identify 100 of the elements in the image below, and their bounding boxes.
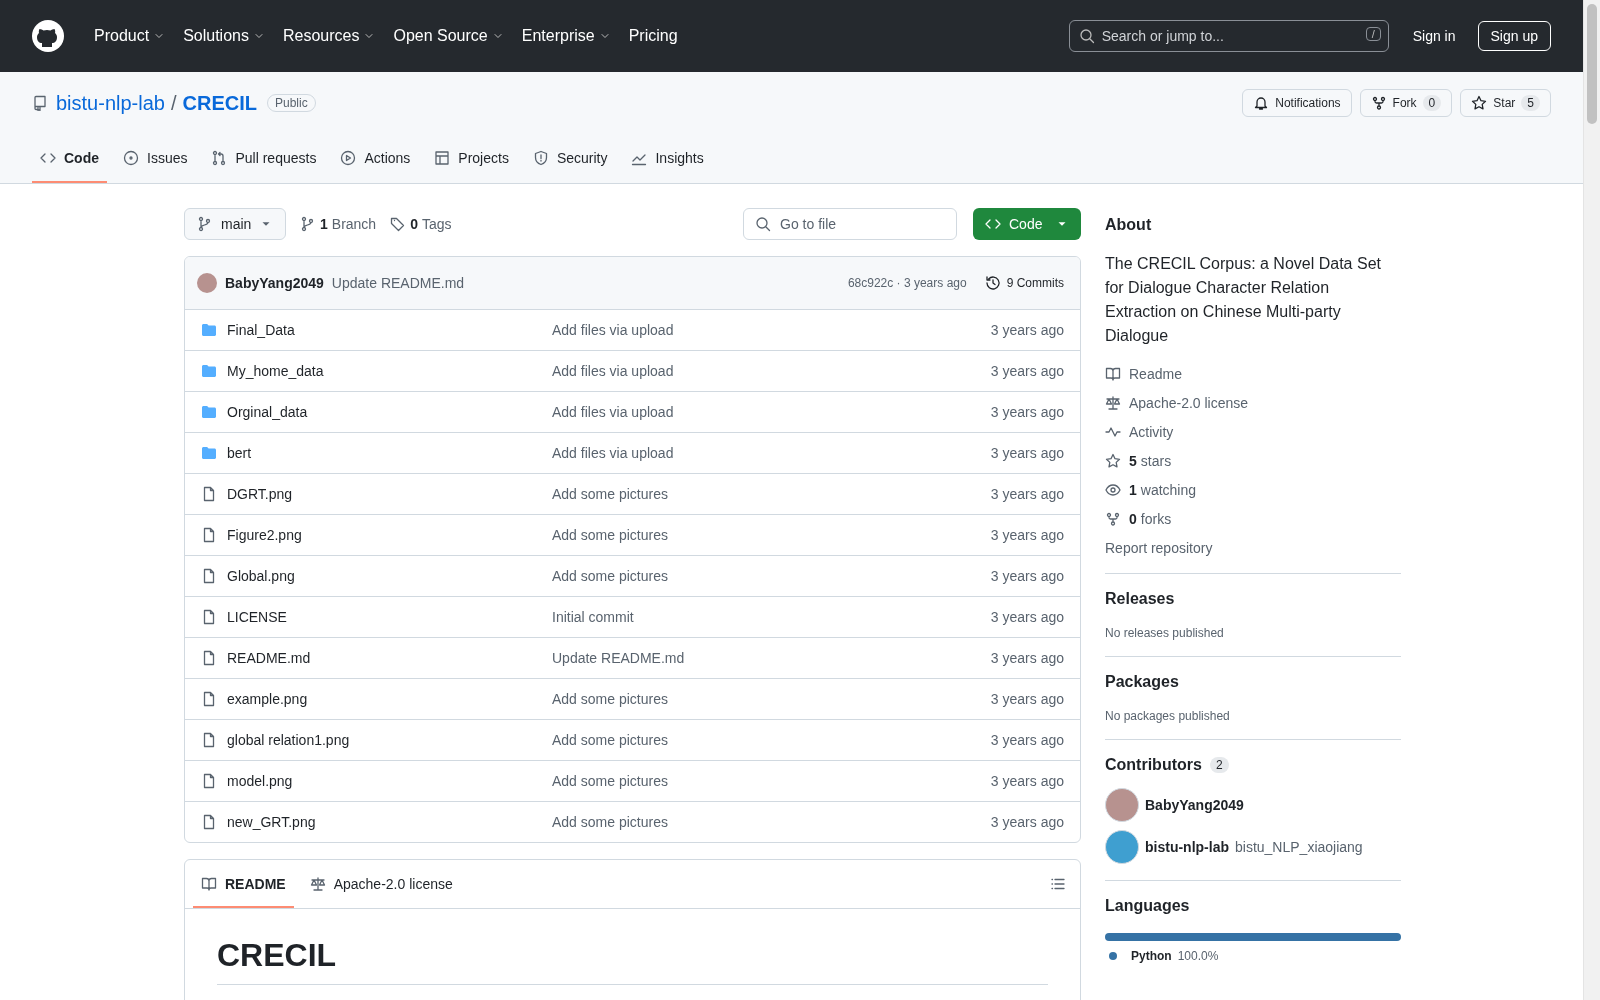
nav-menu-item[interactable]: Enterprise <box>513 21 619 51</box>
commit-time: 3 years ago <box>990 363 1064 379</box>
repo-tab[interactable]: Pull requests <box>203 146 325 183</box>
file-name-link[interactable]: Final_Data <box>227 322 552 338</box>
readme-heading: CRECIL <box>217 937 1048 985</box>
commit-message[interactable]: Add files via upload <box>552 445 991 461</box>
book-icon <box>201 875 217 892</box>
list-icon <box>1050 876 1066 892</box>
about-link[interactable]: 5 stars <box>1105 451 1401 470</box>
about-link[interactable]: 0 forks <box>1105 509 1401 528</box>
file-name-link[interactable]: LICENSE <box>227 609 552 625</box>
owner-link[interactable]: bistu-nlp-lab <box>56 91 165 115</box>
nav-menu-item[interactable]: Solutions <box>175 21 273 51</box>
star-button[interactable]: Star 5 <box>1460 89 1551 117</box>
nav-menu-item[interactable]: Open Source <box>385 21 512 51</box>
folder-icon <box>201 322 217 338</box>
code-button[interactable]: Code <box>973 208 1081 240</box>
file-name-link[interactable]: README.md <box>227 650 552 666</box>
sign-in-link[interactable]: Sign in <box>1412 28 1456 44</box>
file-name-link[interactable]: DGRT.png <box>227 486 552 502</box>
branch-select[interactable]: main <box>184 208 286 240</box>
file-name-link[interactable]: Orginal_data <box>227 404 552 420</box>
play-icon <box>340 149 357 166</box>
repo-tab[interactable]: Actions <box>332 146 419 183</box>
commit-message[interactable]: Add some pictures <box>552 527 991 543</box>
nav-menu-item[interactable]: Resources <box>274 21 384 51</box>
file-icon <box>201 773 217 789</box>
commits-link[interactable]: 9 Commits <box>984 275 1064 291</box>
file-name-link[interactable]: model.png <box>227 773 552 789</box>
author-link[interactable]: BabyYang2049 <box>225 275 324 291</box>
nav-menu-item[interactable]: Product <box>86 21 174 51</box>
languages-heading: Languages <box>1105 897 1191 915</box>
contributor-handle: bistu_NLP_xiaojiang <box>1235 839 1363 855</box>
sign-up-button[interactable]: Sign up <box>1477 21 1551 51</box>
repo-tab[interactable]: Insights <box>623 146 712 183</box>
about-link[interactable]: Readme <box>1105 364 1401 383</box>
commit-message[interactable]: Initial commit <box>552 609 991 625</box>
commit-time: 3 years ago <box>990 609 1064 625</box>
scrollbar-drawing[interactable] <box>1583 0 1600 1000</box>
commit-message[interactable]: Add some pictures <box>552 486 991 502</box>
about-link[interactable]: 1 watching <box>1105 480 1401 499</box>
repo-tab[interactable]: Security <box>524 146 616 183</box>
file-icon <box>201 732 217 748</box>
commit-message[interactable]: Add files via upload <box>552 322 991 338</box>
about-link[interactable]: Apache-2.0 license <box>1105 393 1401 412</box>
file-icon <box>201 527 217 543</box>
commit-message[interactable]: Add some pictures <box>552 814 991 830</box>
file-name-link[interactable]: Figure2.png <box>227 527 552 543</box>
folder-icon <box>201 363 217 379</box>
file-name-link[interactable]: global relation1.png <box>227 732 552 748</box>
file-name-link[interactable]: bert <box>227 445 552 461</box>
commit-time: 3 years ago <box>990 773 1064 789</box>
packages-heading[interactable]: Packages <box>1105 673 1401 691</box>
fork-icon <box>1105 510 1121 527</box>
repo-name-link[interactable]: CRECIL <box>182 91 257 115</box>
file-name-link[interactable]: new_GRT.png <box>227 814 552 830</box>
branch-icon <box>300 216 316 232</box>
logo-icon[interactable] <box>32 20 64 52</box>
notifications-button[interactable]: Notifications <box>1242 89 1352 117</box>
readme-tab[interactable]: Apache-2.0 license <box>301 861 461 908</box>
file-icon <box>201 609 217 625</box>
scales-icon <box>1105 394 1121 411</box>
repo-tab[interactable]: Issues <box>115 146 196 183</box>
report-link[interactable]: Report repository <box>1105 538 1401 557</box>
contributor-link[interactable]: BabyYang2049 <box>1145 797 1244 813</box>
file-name-link[interactable]: example.png <box>227 691 552 707</box>
path-separator: / <box>170 91 177 115</box>
file-name-link[interactable]: My_home_data <box>227 363 552 379</box>
avatar[interactable] <box>1105 830 1139 864</box>
go-to-file-field[interactable]: Go to file <box>743 208 957 240</box>
file-name-link[interactable]: Global.png <box>227 568 552 584</box>
star-icon <box>1105 452 1121 469</box>
commit-message[interactable]: Add some pictures <box>552 568 991 584</box>
commit-message[interactable]: Add files via upload <box>552 363 991 379</box>
file-icon <box>201 691 217 707</box>
commit-message[interactable]: Update README.md <box>331 275 465 291</box>
repo-icon <box>32 95 48 111</box>
releases-heading[interactable]: Releases <box>1105 590 1401 608</box>
fork-button[interactable]: Fork 0 <box>1359 89 1453 117</box>
avatar[interactable] <box>1105 788 1139 822</box>
branch-icon <box>197 216 213 232</box>
contributor-link[interactable]: bistu-nlp-lab <box>1145 839 1229 855</box>
repo-tab[interactable]: Projects <box>426 146 517 183</box>
commit-message[interactable]: Add files via upload <box>552 404 991 420</box>
tag-icon <box>390 216 407 232</box>
readme-tab[interactable]: README <box>193 861 294 908</box>
commit-time: 3 years ago <box>990 445 1064 461</box>
commit-message[interactable]: Add some pictures <box>552 732 991 748</box>
commit-message[interactable]: Add some pictures <box>552 773 991 789</box>
about-link[interactable]: Activity <box>1105 422 1401 441</box>
contributors-heading[interactable]: Contributors <box>1105 756 1202 774</box>
commit-message[interactable]: Update README.md <box>552 650 991 666</box>
commit-message[interactable]: Add some pictures <box>552 691 991 707</box>
star-icon <box>1471 95 1488 111</box>
repo-tab[interactable]: Code <box>32 146 107 183</box>
tags-link[interactable]: 0 Tags <box>390 216 452 232</box>
branches-link[interactable]: 1 Branch <box>300 216 377 232</box>
commit-time: 3 years ago <box>990 527 1064 543</box>
nav-menu-item[interactable]: Pricing <box>620 21 686 51</box>
commit-time: 3 years ago <box>990 322 1064 338</box>
